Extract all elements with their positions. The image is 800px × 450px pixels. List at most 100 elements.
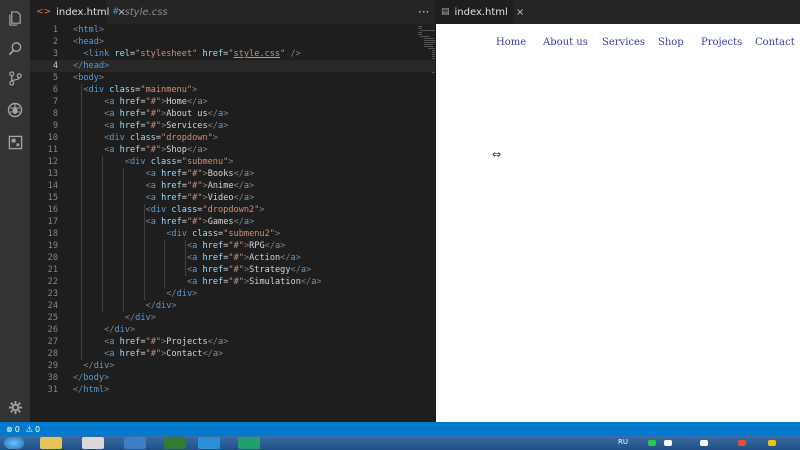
code-text: </div> xyxy=(104,325,136,335)
tab-preview-index-html[interactable]: ▤ index.html × xyxy=(435,0,524,24)
chat-app-icon[interactable] xyxy=(238,437,260,449)
code-text: </body> xyxy=(73,373,110,383)
code-text: <a href="#">Books</a> xyxy=(145,169,255,179)
code-text: </div> xyxy=(124,313,156,323)
code-line[interactable]: 29 </div> xyxy=(30,360,435,372)
explorer-icon[interactable] xyxy=(40,437,62,449)
code-line[interactable]: 9 <a href="#">Services</a> xyxy=(30,120,435,132)
code-line[interactable]: 24 </div> xyxy=(30,300,435,312)
spreadsheet-app-icon[interactable] xyxy=(164,437,186,449)
code-line[interactable]: 18 <div class="submenu2"> xyxy=(30,228,435,240)
line-number: 15 xyxy=(47,193,58,203)
code-line[interactable]: 5 <body> xyxy=(30,72,435,84)
nav-link-shop[interactable]: Shop xyxy=(658,37,684,48)
code-line[interactable]: 2 <head> xyxy=(30,36,435,48)
code-editor[interactable]: 1 <html> 2 <head> 3 <link rel="stylesheet" hr… xyxy=(30,24,435,422)
code-line[interactable]: 16 <div class="dropdown2"> xyxy=(30,204,435,216)
code-line[interactable]: 23 </div> xyxy=(30,288,435,300)
nav-link-about[interactable]: About us xyxy=(543,37,588,48)
code-line[interactable]: 31 </html> xyxy=(30,384,435,396)
nav-link-projects[interactable]: Projects xyxy=(701,37,742,48)
code-line[interactable]: 14 <a href="#">Anime</a> xyxy=(30,180,435,192)
tab-style-css[interactable]: # style.css xyxy=(106,0,182,24)
status-bar: ⊗ 0 ⚠ 0 xyxy=(0,422,800,436)
nav-link-contact[interactable]: Contact xyxy=(755,37,795,48)
start-button[interactable] xyxy=(4,437,24,449)
search-icon[interactable] xyxy=(0,33,30,63)
code-line[interactable]: 1 <html> xyxy=(30,24,435,36)
source-control-icon[interactable] xyxy=(0,63,30,93)
code-line[interactable]: 30 </body> xyxy=(30,372,435,384)
code-line[interactable]: 21 <a href="#">Strategy</a> xyxy=(30,264,435,276)
settings-gear-icon[interactable] xyxy=(0,392,30,422)
close-icon[interactable]: × xyxy=(516,7,524,18)
code-text: <link rel="stylesheet" href="style.css" … xyxy=(83,49,301,59)
code-line[interactable]: 3 <link rel="stylesheet" href="style.css"… xyxy=(30,48,435,60)
code-line[interactable]: 27 <a href="#">Projects</a> xyxy=(30,336,435,348)
nav-link-services[interactable]: Services xyxy=(602,37,645,48)
error-icon[interactable]: ⊗ xyxy=(6,425,13,434)
line-number: 16 xyxy=(47,205,58,215)
line-number: 24 xyxy=(47,301,58,311)
code-line[interactable]: 12 <div class="submenu"> xyxy=(30,156,435,168)
code-line[interactable]: 15 <a href="#">Video</a> xyxy=(30,192,435,204)
extensions-icon[interactable] xyxy=(0,127,30,157)
code-text: <html> xyxy=(73,25,105,35)
network-icon[interactable] xyxy=(700,440,708,446)
line-number: 10 xyxy=(47,133,58,143)
code-text: <a href="#">Anime</a> xyxy=(145,181,255,191)
code-text: <a href="#">Shop</a> xyxy=(104,145,208,155)
line-number: 25 xyxy=(47,313,58,323)
network-app-icon[interactable] xyxy=(124,437,146,449)
code-line[interactable]: 11 <a href="#">Shop</a> xyxy=(30,144,435,156)
code-line[interactable]: 4 </head> xyxy=(30,60,435,72)
tray-status-icon[interactable] xyxy=(648,440,656,446)
code-line[interactable]: 28 <a href="#">Contact</a> xyxy=(30,348,435,360)
code-line[interactable]: 7 <a href="#">Home</a> xyxy=(30,96,435,108)
code-line[interactable]: 25 </div> xyxy=(30,312,435,324)
line-number: 27 xyxy=(47,337,58,347)
css-file-icon: # xyxy=(112,7,120,17)
code-line[interactable]: 19 <a href="#">RPG</a> xyxy=(30,240,435,252)
line-number: 3 xyxy=(52,49,58,59)
line-number: 28 xyxy=(47,349,58,359)
code-line[interactable]: 26 </div> xyxy=(30,324,435,336)
minimap[interactable] xyxy=(418,24,435,84)
code-line[interactable]: 13 <a href="#">Books</a> xyxy=(30,168,435,180)
code-line[interactable]: 22 <a href="#">Simulation</a> xyxy=(30,276,435,288)
tray-app-icon[interactable] xyxy=(664,440,672,446)
nav-link-home[interactable]: Home xyxy=(496,37,526,48)
code-line[interactable]: 10 <div class="dropdown"> xyxy=(30,132,435,144)
code-text: </div> xyxy=(83,361,115,371)
tab-index-html[interactable]: <> index.html × xyxy=(30,0,126,24)
media-player-icon[interactable] xyxy=(82,437,104,449)
volume-icon[interactable] xyxy=(768,440,776,446)
indent-guide xyxy=(81,84,83,360)
warning-count: 0 xyxy=(34,424,41,434)
code-line[interactable]: 8 <a href="#">About us</a> xyxy=(30,108,435,120)
code-text: <a href="#">Action</a> xyxy=(186,253,301,263)
error-count: 0 xyxy=(14,424,20,434)
vscode-taskbar-icon[interactable] xyxy=(198,437,220,449)
code-line[interactable]: 6 <div class="mainmenu"> xyxy=(30,84,435,96)
code-line[interactable]: 17 <a href="#">Games</a> xyxy=(30,216,435,228)
code-text: <div class="dropdown"> xyxy=(104,133,218,143)
code-text: </html> xyxy=(73,385,110,395)
language-indicator[interactable]: RU xyxy=(618,438,628,446)
files-icon[interactable] xyxy=(0,3,30,33)
debug-icon[interactable] xyxy=(0,95,30,125)
code-line[interactable]: 20 <a href="#">Action</a> xyxy=(30,252,435,264)
code-text: <a href="#">Services</a> xyxy=(104,121,229,131)
code-text: <a href="#">Strategy</a> xyxy=(186,265,312,275)
code-text: <a href="#">RPG</a> xyxy=(186,241,286,251)
code-text: </div> xyxy=(145,301,177,311)
line-number: 26 xyxy=(47,325,58,335)
line-number: 8 xyxy=(52,109,58,119)
line-number: 1 xyxy=(52,25,58,35)
code-text: <a href="#">Contact</a> xyxy=(104,349,224,359)
code-text: <a href="#">Simulation</a> xyxy=(186,277,322,287)
more-actions-icon[interactable]: ··· xyxy=(418,0,429,24)
notification-icon[interactable] xyxy=(738,440,746,446)
tab-label: index.html xyxy=(56,6,110,18)
warning-icon[interactable]: ⚠ xyxy=(26,425,33,434)
